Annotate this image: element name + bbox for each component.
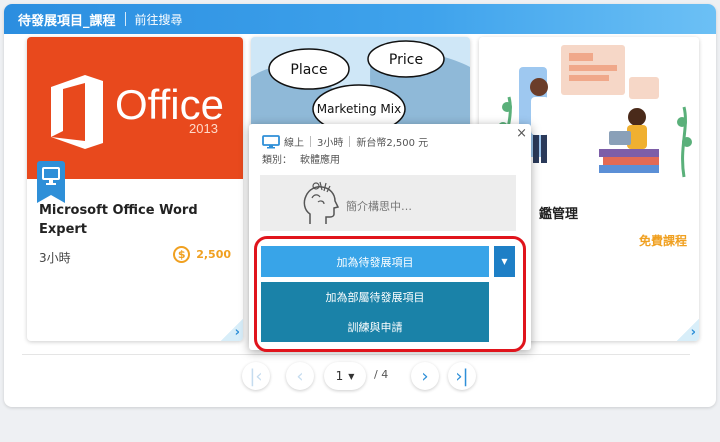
chevron-right-icon: › [421,365,429,387]
course-duration: 3小時 [39,251,71,265]
bubble-label: Marketing Mix [317,102,401,116]
price-value: 2,500 [196,248,231,261]
card-more-corner[interactable]: › [221,319,243,341]
divider [22,354,690,355]
category-value: 軟體應用 [300,155,340,166]
bubble-label: Place [290,62,327,78]
free-course-tag: 免費課程 [638,234,687,248]
caret-down-icon: ▼ [501,257,508,266]
menu-item-add-subordinate[interactable]: 加為部屬待發展項目 [261,282,489,312]
add-to-development-button[interactable]: 加為待發展項目 [261,246,489,277]
monitor-icon [262,134,280,148]
meta-separator [310,136,311,147]
prev-page-button[interactable]: ‹ [286,362,314,390]
page-total: / 4 [374,368,389,381]
panel-title: 待發展項目_課程 [18,13,116,29]
go-search-link[interactable]: 前往搜尋 [135,11,183,28]
add-options-dropdown[interactable]: ▼ [494,246,515,277]
first-page-button[interactable]: |‹ [242,362,270,390]
category-label: 類別： [262,155,292,166]
add-options-menu: 加為部屬待發展項目 訓練與申請 [261,282,489,342]
next-page-button[interactable]: › [411,362,439,390]
last-page-icon: ›| [455,365,469,387]
intro-text: 簡介構思中… [346,200,412,213]
office-year: 2013 [189,121,218,136]
page-select[interactable]: 1 ▼ [324,362,366,390]
office-logo-icon [51,75,103,149]
close-icon[interactable]: × [516,126,527,141]
bubble-label: Price [389,52,423,68]
course-meta: 線上 3小時 新台幣2,500 元 [262,134,428,149]
online-course-badge [37,161,65,203]
thinking-head-icon [303,181,340,224]
coin-icon: $ [173,246,191,263]
first-page-icon: |‹ [249,365,263,387]
delivery-mode: 線上 [284,138,304,149]
pagination: |‹ ‹ 1 ▼ / 4 › ›| [4,362,716,390]
header-divider [124,12,126,26]
monitor-icon [42,167,60,185]
card-more-corner[interactable]: › [677,319,699,341]
course-title: 鑑管理 [539,207,579,222]
course-title: Microsoft Office Word Expert [39,203,198,237]
popup-price: 新台幣2,500 元 [356,138,429,149]
course-price: $ 2,500 [173,246,231,263]
meta-separator [349,136,351,147]
current-page: 1 [335,369,344,383]
chevron-right-icon: › [690,325,696,340]
panel-header: 待發展項目_課程 前往搜尋 [4,4,716,34]
last-page-button[interactable]: ›| [448,362,476,390]
intro-box: 簡介構思中… [260,175,516,231]
chevron-down-icon: ▼ [348,371,355,381]
category-row: 類別： 軟體應用 [262,151,340,166]
course-thumbnail: Office 2013 [27,37,243,179]
chevron-left-icon: ‹ [296,365,304,387]
course-card[interactable]: Office 2013 Microsoft Office Word Expert… [27,37,243,341]
chevron-right-icon: › [234,325,240,340]
popup-duration: 3小時 [317,138,344,149]
menu-item-training-apply[interactable]: 訓練與申請 [261,312,489,342]
